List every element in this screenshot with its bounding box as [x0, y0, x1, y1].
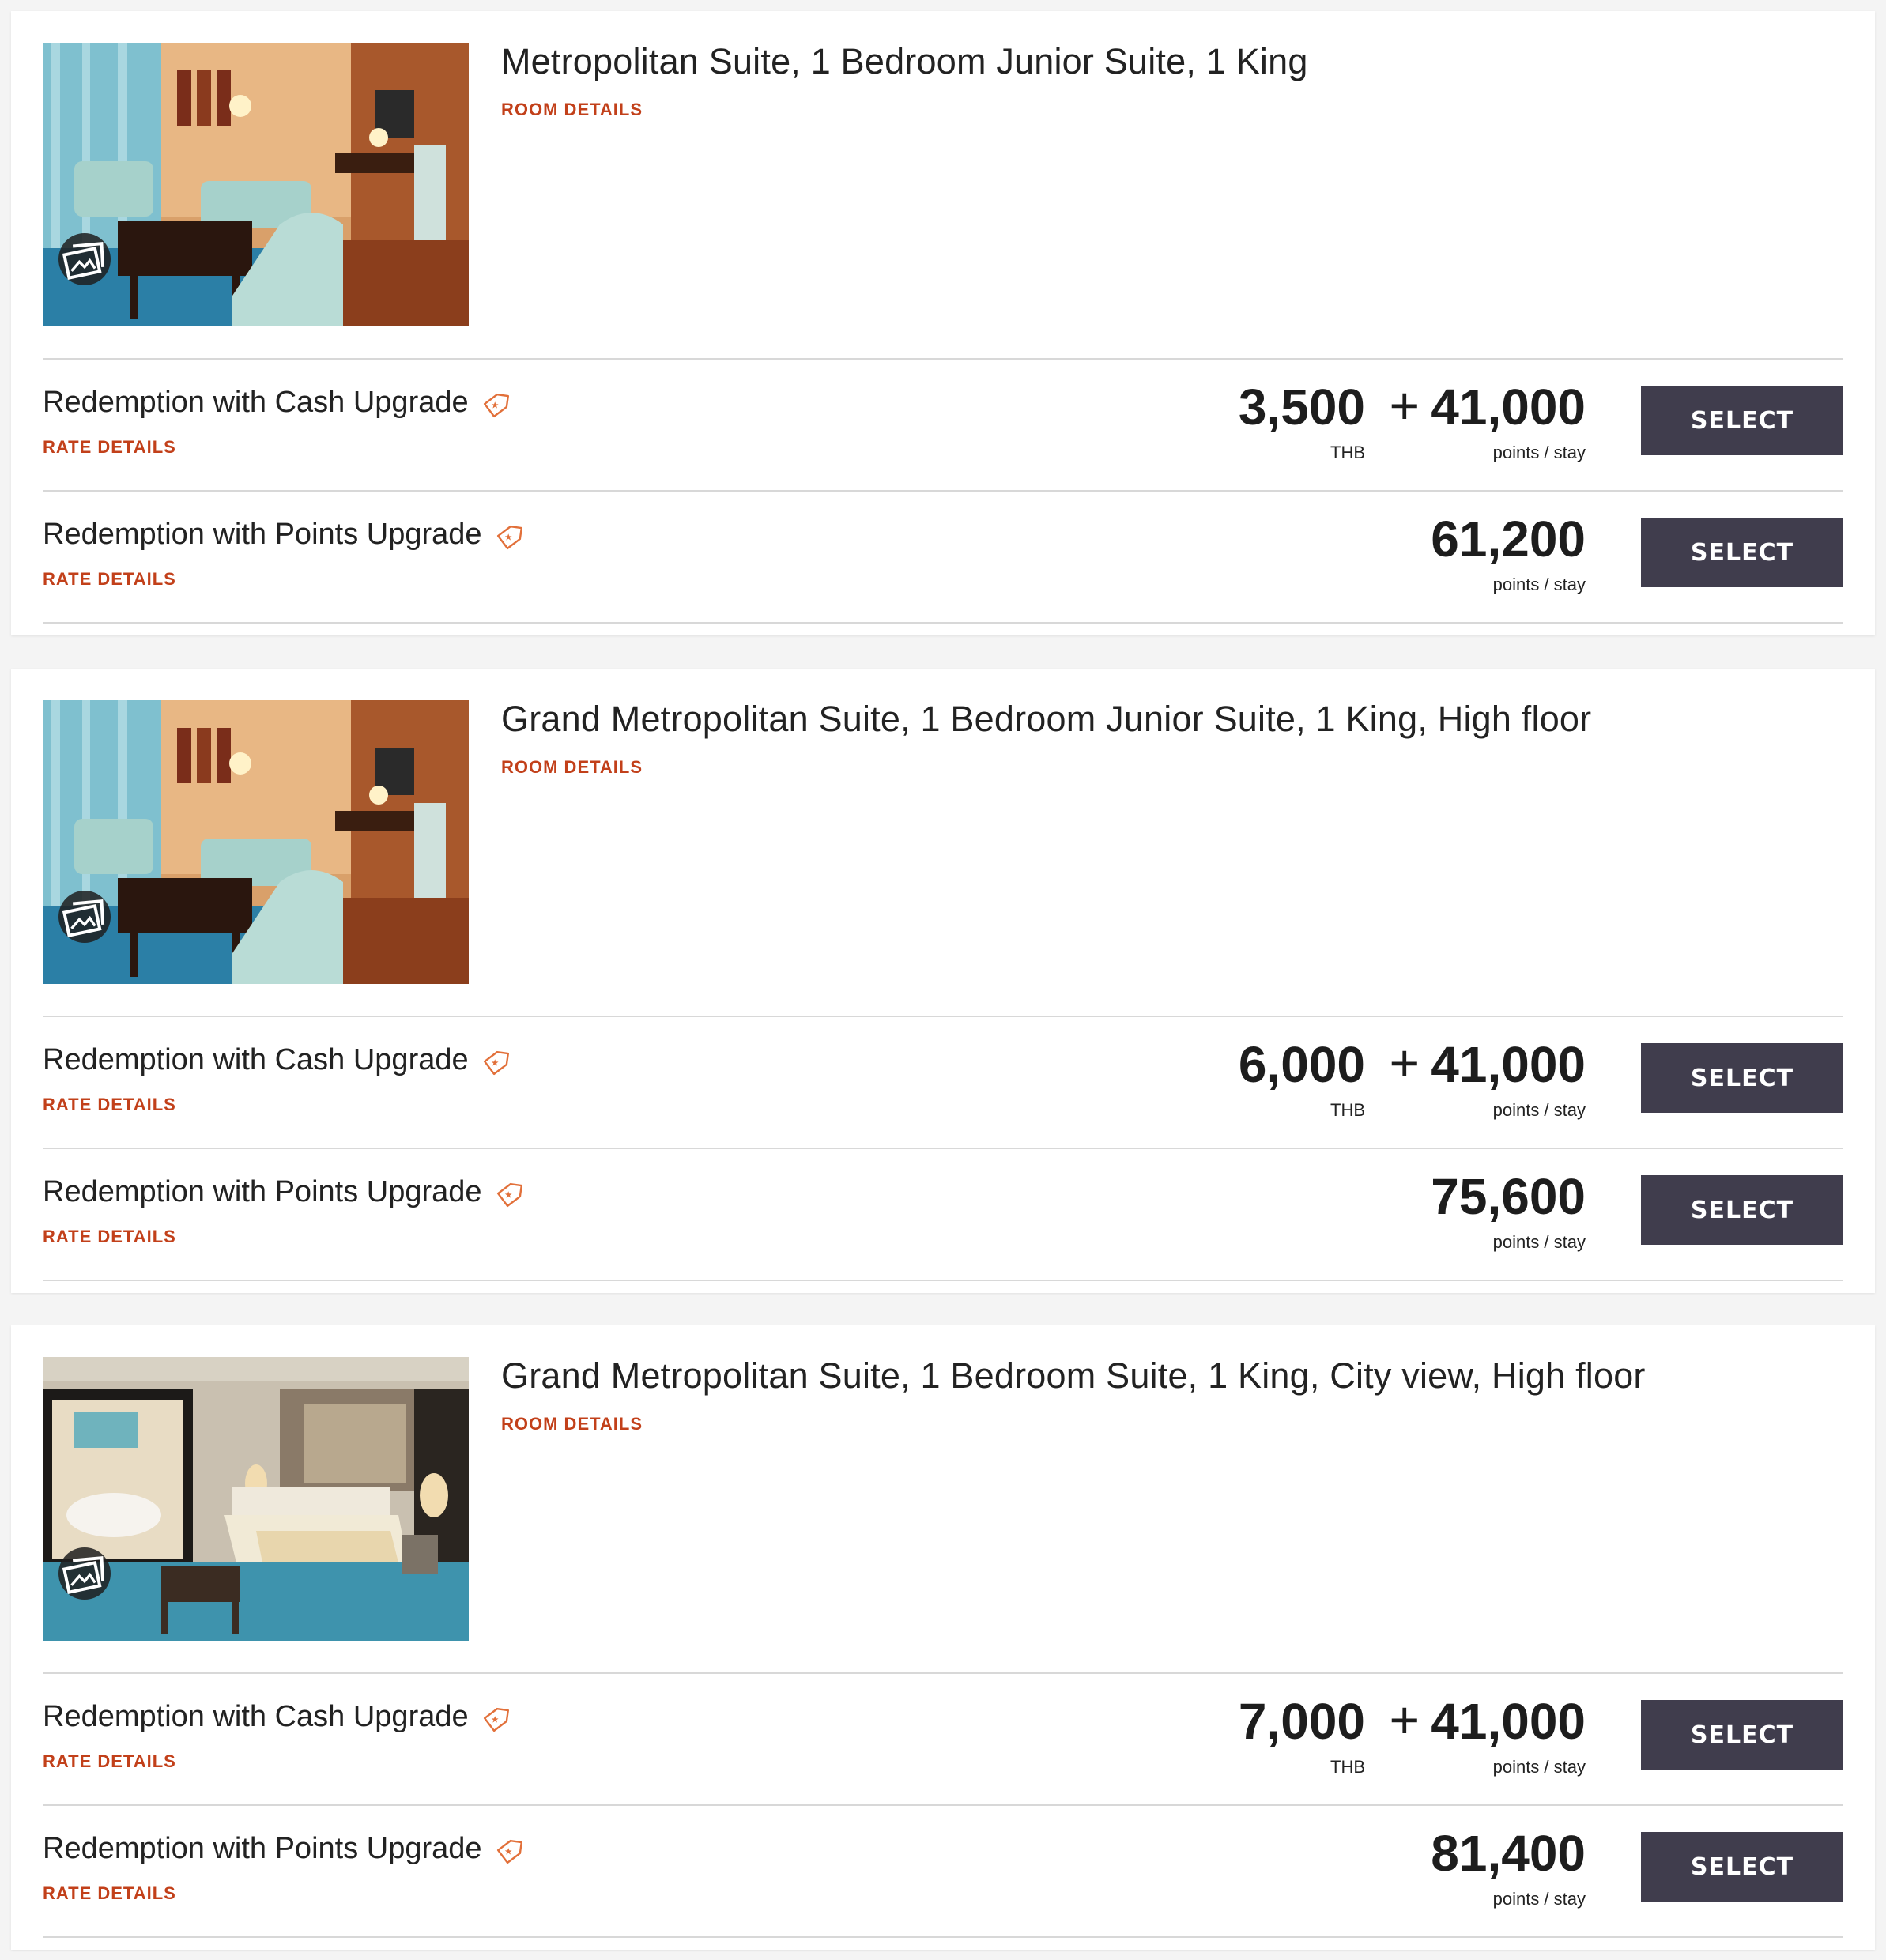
- gallery-icon: [62, 899, 105, 937]
- points-unit: points / stay: [1492, 1757, 1586, 1777]
- select-button[interactable]: SELECT: [1641, 1043, 1843, 1113]
- select-button[interactable]: SELECT: [1641, 518, 1843, 587]
- rate-details-link[interactable]: RATE DETAILS: [43, 569, 176, 590]
- points-amount: 41,000: [1431, 379, 1586, 435]
- cash-currency: THB: [1330, 443, 1365, 462]
- rate-name-text: Redemption with Cash Upgrade: [43, 1042, 469, 1076]
- tag-icon[interactable]: [493, 1179, 525, 1211]
- points-amount: 41,000: [1431, 1036, 1586, 1093]
- room-card: Metropolitan Suite, 1 Bedroom Junior Sui…: [11, 11, 1875, 635]
- rate-details-link[interactable]: RATE DETAILS: [43, 1751, 176, 1772]
- divider: [43, 622, 1843, 624]
- rate-name-text: Redemption with Points Upgrade: [43, 1174, 482, 1208]
- points-unit: points / stay: [1492, 575, 1586, 594]
- rate-name: Redemption with Cash Upgrade: [43, 1698, 511, 1736]
- gallery-button[interactable]: [58, 1547, 111, 1600]
- rate-name: Redemption with Cash Upgrade: [43, 383, 511, 421]
- room-card: Grand Metropolitan Suite, 1 Bedroom Suit…: [11, 1325, 1875, 1950]
- select-button[interactable]: SELECT: [1641, 386, 1843, 455]
- rate-details-link[interactable]: RATE DETAILS: [43, 437, 176, 458]
- room-title: Grand Metropolitan Suite, 1 Bedroom Suit…: [501, 1355, 1646, 1396]
- rate-row-cash-upgrade: Redemption with Cash Upgrade RATE DETAIL…: [43, 1674, 1843, 1804]
- room-title: Grand Metropolitan Suite, 1 Bedroom Juni…: [501, 699, 1592, 739]
- rate-row-cash-upgrade: Redemption with Cash Upgrade RATE DETAIL…: [43, 1017, 1843, 1148]
- room-photo[interactable]: [43, 1357, 469, 1641]
- select-button[interactable]: SELECT: [1641, 1832, 1843, 1902]
- cash-amount: 7,000: [1238, 1693, 1365, 1750]
- divider: [43, 1280, 1843, 1281]
- select-button[interactable]: SELECT: [1641, 1175, 1843, 1245]
- points-amount: 41,000: [1431, 1693, 1586, 1750]
- rate-name: Redemption with Points Upgrade: [43, 515, 525, 553]
- gallery-icon: [62, 242, 105, 280]
- room-photo[interactable]: [43, 43, 469, 326]
- plus-sign: +: [1389, 1034, 1420, 1092]
- points-unit: points / stay: [1492, 1232, 1586, 1252]
- rate-row-points-upgrade: Redemption with Points Upgrade RATE DETA…: [43, 1806, 1843, 1936]
- tag-icon[interactable]: [480, 390, 511, 421]
- rate-details-link[interactable]: RATE DETAILS: [43, 1095, 176, 1115]
- rate-row-points-upgrade: Redemption with Points Upgrade RATE DETA…: [43, 492, 1843, 622]
- tag-icon[interactable]: [493, 522, 525, 553]
- plus-sign: +: [1389, 376, 1420, 435]
- plus-sign: +: [1389, 1690, 1420, 1749]
- points-amount: 75,600: [1431, 1168, 1586, 1225]
- cash-amount: 6,000: [1238, 1036, 1365, 1093]
- rate-name: Redemption with Cash Upgrade: [43, 1041, 511, 1079]
- cash-currency: THB: [1330, 1100, 1365, 1120]
- rate-name-text: Redemption with Points Upgrade: [43, 1831, 482, 1865]
- gallery-button[interactable]: [58, 233, 111, 285]
- points-amount: 61,200: [1431, 511, 1586, 567]
- points-unit: points / stay: [1492, 1100, 1586, 1120]
- room-photo[interactable]: [43, 700, 469, 984]
- rate-name: Redemption with Points Upgrade: [43, 1830, 525, 1868]
- room-details-link[interactable]: ROOM DETAILS: [501, 1414, 643, 1434]
- points-unit: points / stay: [1492, 1889, 1586, 1909]
- room-details-link[interactable]: ROOM DETAILS: [501, 100, 643, 120]
- cash-amount: 3,500: [1238, 379, 1365, 435]
- rate-details-link[interactable]: RATE DETAILS: [43, 1227, 176, 1247]
- rate-name: Redemption with Points Upgrade: [43, 1173, 525, 1211]
- rate-name-text: Redemption with Points Upgrade: [43, 517, 482, 551]
- room-card: Grand Metropolitan Suite, 1 Bedroom Juni…: [11, 669, 1875, 1293]
- room-title: Metropolitan Suite, 1 Bedroom Junior Sui…: [501, 41, 1308, 81]
- points-unit: points / stay: [1492, 443, 1586, 462]
- rate-details-link[interactable]: RATE DETAILS: [43, 1883, 176, 1904]
- divider: [43, 1936, 1843, 1938]
- cash-currency: THB: [1330, 1757, 1365, 1777]
- rate-name-text: Redemption with Cash Upgrade: [43, 1699, 469, 1733]
- tag-icon[interactable]: [480, 1047, 511, 1079]
- tag-icon[interactable]: [493, 1836, 525, 1868]
- room-details-link[interactable]: ROOM DETAILS: [501, 757, 643, 778]
- gallery-icon: [62, 1556, 105, 1594]
- gallery-button[interactable]: [58, 891, 111, 943]
- select-button[interactable]: SELECT: [1641, 1700, 1843, 1770]
- rate-row-cash-upgrade: Redemption with Cash Upgrade RATE DETAIL…: [43, 360, 1843, 490]
- tag-icon[interactable]: [480, 1704, 511, 1736]
- rate-name-text: Redemption with Cash Upgrade: [43, 385, 469, 419]
- rate-row-points-upgrade: Redemption with Points Upgrade RATE DETA…: [43, 1149, 1843, 1280]
- points-amount: 81,400: [1431, 1825, 1586, 1882]
